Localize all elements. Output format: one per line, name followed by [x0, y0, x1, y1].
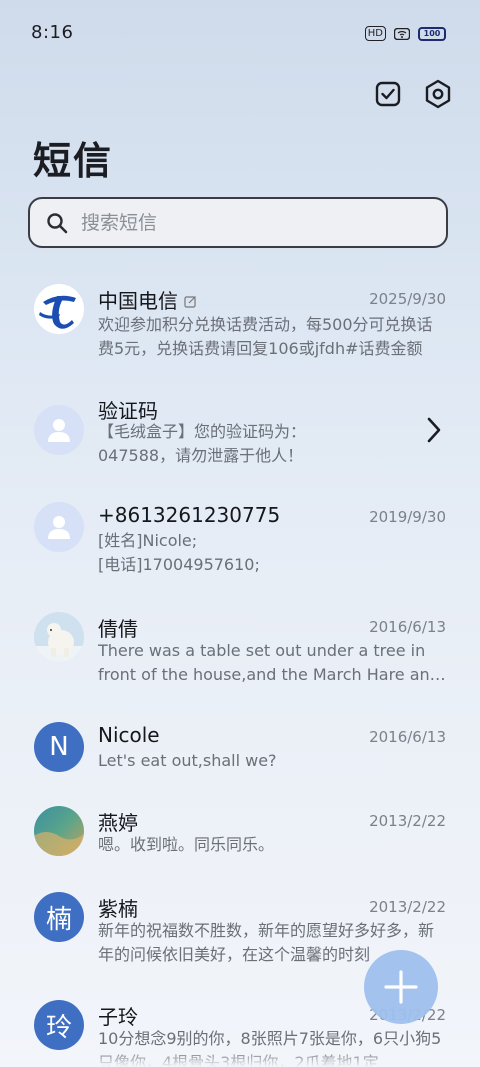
avatar — [34, 284, 84, 334]
person-icon — [48, 516, 70, 539]
china-telecom-logo — [35, 285, 83, 333]
battery-icon: 100 — [418, 26, 446, 41]
message-preview: 【毛绒盒子】您的验证码为：047588，请勿泄露于他人！ — [98, 422, 307, 465]
message-preview: [姓名]Nicole; [电话]17004957610; — [98, 531, 260, 574]
message-date: 2016/6/13 — [369, 728, 446, 746]
avatar — [34, 502, 84, 552]
message-preview: There was a table set out under a tree i… — [98, 641, 440, 684]
person-icon — [48, 419, 70, 442]
contact-name: 紫楠 — [98, 897, 138, 921]
page-title: 短信 — [33, 139, 114, 183]
list-item[interactable]: 燕婷 2013/2/22 嗯。收到啦。同乐同乐。 — [0, 806, 480, 886]
status-bar: 8:16 HD 100 — [0, 0, 480, 66]
compose-button[interactable] — [364, 950, 438, 1024]
list-item[interactable]: 倩倩 2016/6/13 There was a table set out u… — [0, 610, 480, 710]
status-time: 8:16 — [31, 22, 74, 43]
top-actions — [374, 78, 452, 110]
settings-button[interactable] — [424, 78, 452, 110]
edit-icon — [184, 296, 197, 308]
list-item[interactable]: 中国电信 2025/9/30 欢迎参加积分兑换话费活动，每500分可兑换话费5元… — [0, 280, 480, 380]
search-bar[interactable] — [28, 197, 448, 248]
settings-hex-icon — [425, 79, 451, 109]
polar-bear-photo — [34, 612, 84, 662]
avatar: 楠 — [34, 892, 84, 942]
message-preview: 嗯。收到啦。同乐同乐。 — [98, 835, 275, 854]
avatar — [34, 612, 84, 662]
avatar — [34, 405, 84, 455]
select-button[interactable] — [374, 78, 402, 110]
contact-name: 中国电信 — [98, 285, 197, 314]
plus-icon — [384, 970, 418, 1004]
search-icon — [45, 211, 69, 235]
avatar — [34, 806, 84, 856]
contact-name: 燕婷 — [98, 811, 138, 835]
avatar: N — [34, 722, 84, 772]
message-date: 2013/2/22 — [369, 898, 446, 916]
contact-name: +8613261230775 — [98, 503, 281, 527]
wifi-icon — [394, 27, 410, 40]
message-preview: Let's eat out,shall we? — [98, 751, 277, 770]
chevron-right-icon[interactable] — [426, 416, 442, 444]
bottom-fade — [0, 1050, 480, 1067]
message-date: 2025/9/30 — [369, 290, 446, 308]
avatar: 玲 — [34, 1000, 84, 1050]
message-preview: 欢迎参加积分兑换话费活动，每500分可兑换话费5元，兑换话费请回复106或jfd… — [98, 315, 433, 358]
message-date: 2016/6/13 — [369, 618, 446, 636]
message-date: 2013/2/22 — [369, 812, 446, 830]
contact-name: 子玲 — [98, 1005, 138, 1029]
contact-name: 倩倩 — [98, 617, 138, 641]
search-input[interactable] — [79, 210, 403, 235]
list-item[interactable]: +8613261230775 2019/9/30 [姓名]Nicole; [电话… — [0, 500, 480, 600]
message-date: 2019/9/30 — [369, 508, 446, 526]
select-check-icon — [375, 81, 401, 107]
hd-signal-icon: HD — [364, 26, 386, 41]
list-item[interactable]: 验证码 【毛绒盒子】您的验证码为：047588，请勿泄露于他人！ — [0, 390, 480, 490]
status-icons: HD 100 — [364, 26, 446, 41]
list-item[interactable]: N Nicole 2016/6/13 Let's eat out,shall w… — [0, 720, 480, 800]
contact-name: Nicole — [98, 723, 160, 747]
landscape-photo — [34, 806, 84, 856]
